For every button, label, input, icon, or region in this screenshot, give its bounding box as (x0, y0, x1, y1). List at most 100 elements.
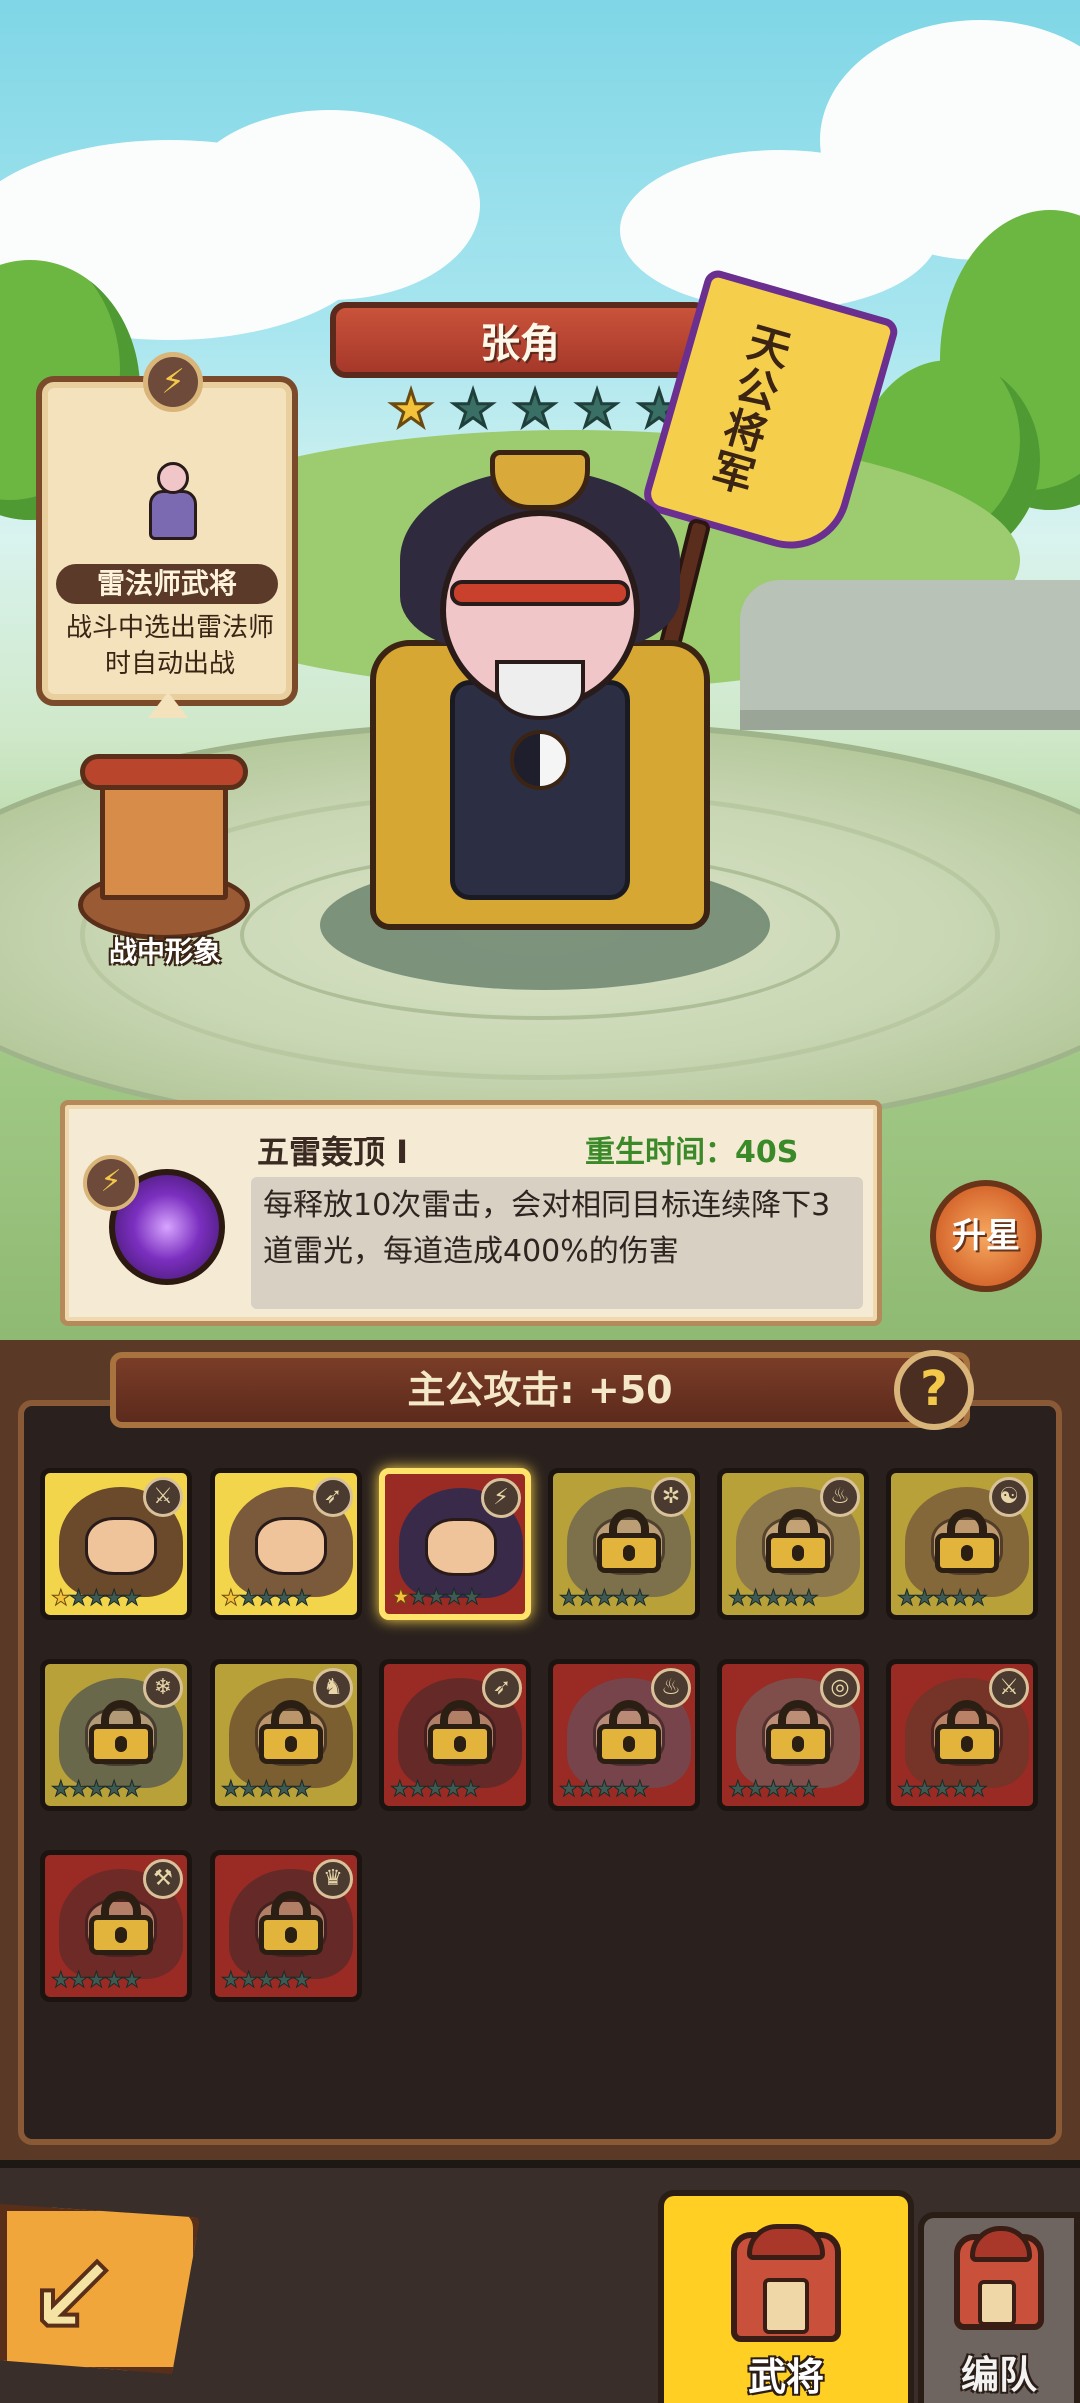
hero-beard (495, 660, 585, 720)
hero-card-stars: ★★★★★ (559, 1777, 651, 1803)
star-empty-icon: ★ (763, 1777, 784, 1803)
hero-card[interactable]: ◎ ★★★★★ (717, 1659, 869, 1811)
star-empty-icon: ★ (950, 1777, 971, 1803)
skill-name: 五雷轰顶 Ⅰ (257, 1133, 409, 1171)
star-empty-icon: ★ (425, 1777, 446, 1803)
star-up-button[interactable]: 升星 (930, 1180, 1042, 1292)
star-empty-icon: ★ (51, 1777, 72, 1803)
star-empty-icon: ★ (444, 1585, 465, 1611)
hero-card-stars: ★★★★★ (728, 1586, 820, 1612)
hero-face (255, 1517, 327, 1575)
sword-icon: ⚔ (989, 1668, 1029, 1708)
hero-card-stars: ★★★★★ (897, 1777, 989, 1803)
star-empty-icon: ★ (576, 1777, 597, 1803)
hero-card[interactable]: ❄ ★★★★★ (40, 1659, 192, 1811)
generals-icon (731, 2224, 841, 2342)
star-empty-icon: ★ (104, 1586, 125, 1612)
battle-appearance-label: 战中形象 (108, 935, 221, 968)
star-empty-icon: ★ (238, 1968, 259, 1994)
lock-icon (89, 1700, 153, 1764)
star-empty-icon: ★ (559, 1586, 580, 1612)
fire-icon: ♨ (651, 1668, 691, 1708)
star-empty-icon: ★ (121, 1968, 142, 1994)
tiger-icon: ♛ (313, 1859, 353, 1899)
star-empty-icon: ★ (612, 1777, 633, 1803)
hero-card[interactable]: ♛ ★★★★★ (210, 1850, 362, 2002)
star-empty-icon: ★ (781, 1777, 802, 1803)
hero-card[interactable]: ♨ ★★★★★ (717, 1468, 869, 1620)
back-arrow-icon: ↙ (25, 2231, 121, 2359)
hero-headband (450, 580, 630, 606)
hero-card-stars: ★★★★★ (390, 1777, 482, 1803)
hero-card[interactable]: ☯ ★★★★★ (886, 1468, 1038, 1620)
star-empty-icon: ★ (897, 1586, 918, 1612)
star-empty-icon: ★ (511, 380, 559, 438)
hero-card[interactable]: ⚒ ★★★★★ (40, 1850, 192, 2002)
star-empty-icon: ★ (68, 1586, 89, 1612)
hero-card[interactable]: ➶ ★★★★★ (379, 1659, 531, 1811)
hero-card-stars: ★★★★★ (897, 1586, 989, 1612)
hero-card[interactable]: ✲ ★★★★★ (548, 1468, 700, 1620)
hero-card[interactable]: ♞ ★★★★★ (210, 1659, 362, 1811)
hero-card-stars: ★★★★★ (728, 1777, 820, 1803)
skill-cooldown: 重生时间：40S (585, 1135, 799, 1170)
hero-card-stars: ★★★★★ (221, 1586, 313, 1612)
lightning-icon: ⚡ (481, 1478, 521, 1518)
gear-icon: ✲ (651, 1477, 691, 1517)
star-empty-icon: ★ (576, 1586, 597, 1612)
star-empty-icon: ★ (68, 1777, 89, 1803)
hero-card[interactable]: ⚔ ★★★★★ (886, 1659, 1038, 1811)
hero-card[interactable]: ⚔ ★★★★★ (40, 1468, 192, 1620)
swirl-icon: ◎ (820, 1668, 860, 1708)
cloud (180, 110, 480, 300)
tab-team[interactable]: 编队 (918, 2212, 1080, 2403)
hero-card[interactable]: ⚡ ★★★★★ (379, 1468, 531, 1620)
star-empty-icon: ★ (291, 1777, 312, 1803)
star-filled-icon: ★ (221, 1586, 242, 1612)
star-empty-icon: ★ (967, 1777, 988, 1803)
star-empty-icon: ★ (728, 1586, 749, 1612)
lord-attack-bar: 主公攻击: +50 (110, 1352, 970, 1428)
hero-name-banner: 张角 (286, 302, 754, 378)
star-empty-icon: ★ (408, 1585, 429, 1611)
bow-icon: ➶ (313, 1477, 353, 1517)
hero-card-stars: ★★★★★ (559, 1586, 651, 1612)
star-empty-icon: ★ (559, 1777, 580, 1803)
hero-card-stars: ★★★★★ (51, 1777, 143, 1803)
star-empty-icon: ★ (51, 1968, 72, 1994)
help-button[interactable]: ? (894, 1350, 974, 1430)
lightning-icon: ⚡ (143, 352, 203, 412)
star-filled-icon: ★ (391, 1585, 412, 1611)
snowflake-icon: ❄ (143, 1668, 183, 1708)
thunder-mage-figure (145, 462, 201, 542)
star-empty-icon: ★ (291, 1968, 312, 1994)
star-empty-icon: ★ (121, 1777, 142, 1803)
star-empty-icon: ★ (291, 1586, 312, 1612)
hero-class-card[interactable]: ⚡ 雷法师武将 战斗中选出雷法师时自动出战 (36, 352, 298, 706)
star-empty-icon: ★ (274, 1586, 295, 1612)
star-empty-icon: ★ (426, 1585, 447, 1611)
star-empty-icon: ★ (86, 1777, 107, 1803)
hero-star-rating: ★ ★ ★ ★ ★ (384, 380, 686, 438)
star-empty-icon: ★ (781, 1586, 802, 1612)
tab-generals[interactable]: 武将 (658, 2190, 914, 2403)
star-empty-icon: ★ (104, 1968, 125, 1994)
skill-panel: ⚡ 五雷轰顶 Ⅰ 重生时间：40S 每释放10次雷击，会对相同目标连续降下3道雷… (60, 1100, 882, 1326)
star-empty-icon: ★ (86, 1586, 107, 1612)
hero-card[interactable]: ♨ ★★★★★ (548, 1659, 700, 1811)
hero-figure[interactable] (330, 440, 750, 960)
hero-card[interactable]: ➶ ★★★★★ (210, 1468, 362, 1620)
battle-appearance-button[interactable]: 战中形象 (70, 754, 260, 968)
lock-icon (597, 1700, 661, 1764)
star-empty-icon: ★ (121, 1586, 142, 1612)
back-button[interactable]: ↙ (0, 2204, 200, 2374)
star-empty-icon: ★ (745, 1586, 766, 1612)
star-empty-icon: ★ (449, 380, 497, 438)
star-empty-icon: ★ (238, 1777, 259, 1803)
star-empty-icon: ★ (274, 1777, 295, 1803)
hero-card-stars: ★★★★★ (51, 1968, 143, 1994)
star-empty-icon: ★ (932, 1777, 953, 1803)
shrine-roof (80, 754, 248, 790)
star-empty-icon: ★ (594, 1586, 615, 1612)
hero-card-stars: ★★★★★ (221, 1777, 313, 1803)
